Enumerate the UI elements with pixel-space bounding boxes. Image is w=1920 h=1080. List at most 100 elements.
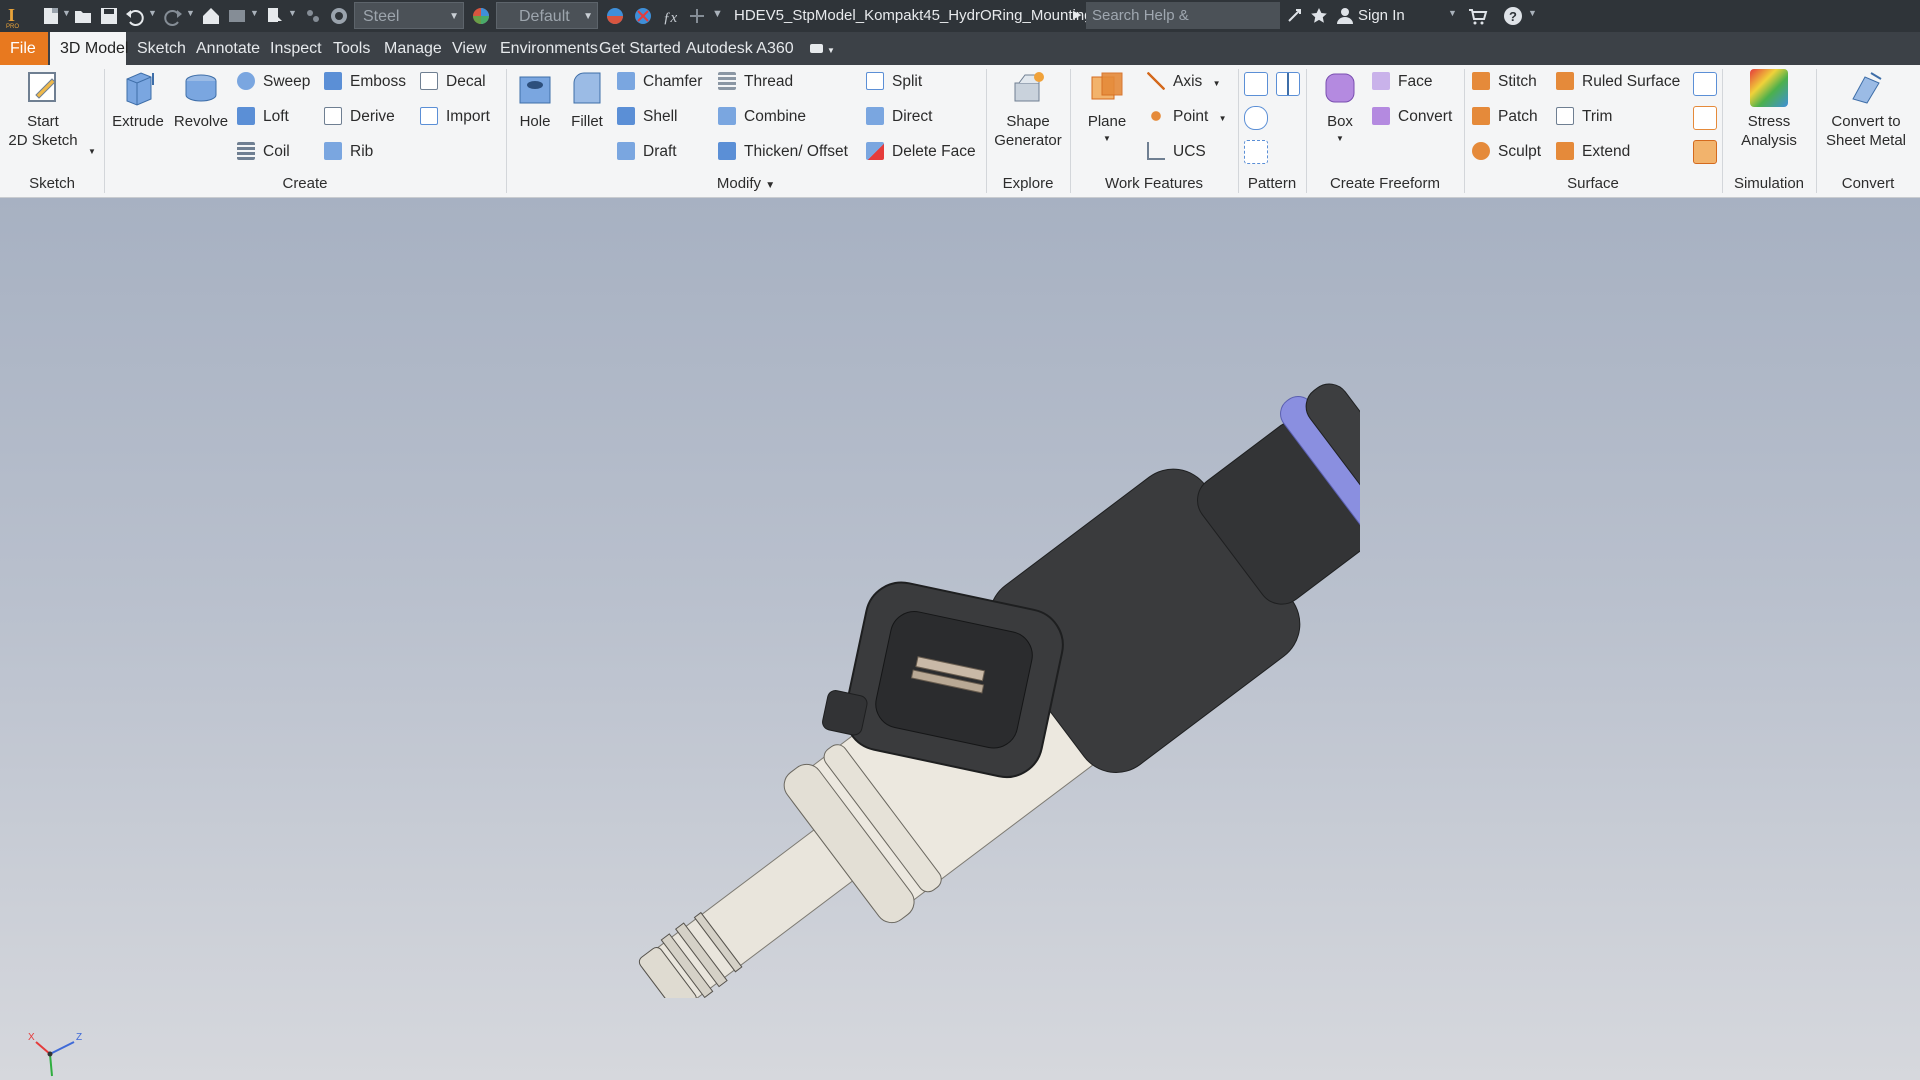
freeform-convert-button[interactable]: Convert	[1372, 104, 1452, 130]
inventor-logo-icon[interactable]: I PRO	[4, 3, 24, 30]
thicken-offset-button[interactable]: Thicken/ Offset	[718, 139, 848, 165]
convert-to-sheet-metal-button[interactable]: Convert to Sheet Metal	[1818, 69, 1914, 149]
hole-button[interactable]: Hole	[512, 69, 558, 133]
mirror-icon[interactable]	[1276, 72, 1300, 96]
tab-view[interactable]: View	[442, 32, 496, 65]
select-icon[interactable]	[226, 5, 248, 27]
split-button[interactable]: Split	[866, 69, 922, 95]
patch-button[interactable]: Patch	[1472, 104, 1538, 130]
appearance-select[interactable]: Default ▼	[496, 2, 598, 29]
user-icon[interactable]	[1334, 5, 1356, 27]
save-icon[interactable]	[98, 5, 120, 27]
surface-tool-1-icon[interactable]	[1693, 72, 1717, 96]
tab-tools[interactable]: Tools	[323, 32, 380, 65]
axis-icon	[1147, 72, 1165, 90]
thread-button[interactable]: Thread	[718, 69, 793, 95]
surface-tool-2-icon[interactable]	[1693, 106, 1717, 130]
paint-icon[interactable]	[302, 5, 324, 27]
measure-icon[interactable]	[264, 5, 286, 27]
select-dropdown-icon[interactable]: ▼	[250, 8, 259, 18]
surface-tool-3-icon[interactable]	[1693, 140, 1717, 164]
rectangular-pattern-icon[interactable]	[1244, 72, 1268, 96]
undo-icon[interactable]	[124, 5, 146, 27]
redo-icon[interactable]	[162, 5, 184, 27]
derive-button[interactable]: Derive	[324, 104, 395, 130]
appearance-globe-icon[interactable]	[328, 5, 350, 27]
tab-file[interactable]: File	[0, 32, 48, 65]
import-button[interactable]: Import	[420, 104, 490, 130]
start-2d-sketch-button[interactable]: Start 2D Sketch	[8, 69, 78, 149]
customize-dropdown-icon[interactable]: ▼	[712, 8, 723, 20]
loft-button[interactable]: Loft	[237, 104, 289, 130]
combine-button[interactable]: Combine	[718, 104, 806, 130]
shape-generator-button[interactable]: Shape Generator	[990, 69, 1066, 149]
tab-annotate[interactable]: Annotate	[186, 32, 270, 65]
tab-inspect[interactable]: Inspect	[260, 32, 332, 65]
plane-button[interactable]: Plane ▼	[1078, 69, 1136, 145]
extend-button[interactable]: Extend	[1556, 139, 1630, 165]
cart-icon[interactable]	[1466, 5, 1488, 27]
tab-manage[interactable]: Manage	[374, 32, 452, 65]
tab-3d-model[interactable]: 3D Model	[50, 32, 128, 65]
new-file-icon[interactable]	[40, 5, 62, 27]
direct-button[interactable]: Direct	[866, 104, 932, 130]
parameters-fx-icon[interactable]: ƒx	[660, 5, 682, 27]
sweep-button[interactable]: Sweep	[237, 69, 310, 95]
measure-dropdown-icon[interactable]: ▼	[288, 8, 297, 18]
help-icon[interactable]: ?	[1502, 5, 1524, 27]
rib-button[interactable]: Rib	[324, 139, 373, 165]
help-dropdown-icon[interactable]: ▼	[1528, 8, 1537, 18]
search-input[interactable]: Search Help & Commands...	[1086, 2, 1280, 51]
shell-button[interactable]: Shell	[617, 104, 677, 130]
emboss-button[interactable]: Emboss	[324, 69, 406, 95]
revolve-button[interactable]: Revolve	[170, 69, 232, 133]
freeform-face-button[interactable]: Face	[1372, 69, 1432, 95]
open-folder-icon[interactable]	[72, 5, 94, 27]
ruled-surface-button[interactable]: Ruled Surface	[1556, 69, 1680, 95]
fuel-injector-model[interactable]	[600, 298, 1360, 998]
favorites-star-icon[interactable]	[1308, 5, 1330, 27]
search-binoculars-icon[interactable]	[1284, 5, 1306, 27]
trim-button[interactable]: Trim	[1556, 104, 1612, 130]
graphics-viewport[interactable]: X Z	[0, 198, 1920, 1080]
redo-dropdown-icon[interactable]: ▼	[186, 8, 195, 18]
undo-dropdown-icon[interactable]: ▼	[148, 8, 157, 18]
plus-icon[interactable]	[686, 5, 708, 27]
point-button[interactable]: Point ▼	[1147, 104, 1227, 130]
decal-button[interactable]: Decal	[420, 69, 486, 95]
stress-analysis-button[interactable]: Stress Analysis	[1728, 69, 1810, 149]
axis-dropdown-icon[interactable]: ▼	[1213, 79, 1221, 88]
sketch-pattern-icon[interactable]	[1244, 140, 1268, 164]
panel-label-modify[interactable]: Modify ▼	[506, 175, 986, 195]
stitch-button[interactable]: Stitch	[1472, 69, 1537, 95]
title-arrow-icon[interactable]: ▶	[1073, 8, 1081, 21]
plane-dropdown-icon[interactable]: ▼	[1078, 133, 1136, 145]
fillet-label: Fillet	[571, 113, 603, 130]
ucs-button[interactable]: UCS	[1147, 139, 1206, 165]
panel-label-pattern: Pattern	[1247, 175, 1297, 192]
material-select[interactable]: Steel ▼	[354, 2, 464, 29]
tab-autodesk-a360[interactable]: Autodesk A360	[676, 32, 804, 65]
coil-button[interactable]: Coil	[237, 139, 290, 165]
freeform-box-button[interactable]: Box ▼	[1312, 69, 1368, 145]
sculpt-label: Sculpt	[1498, 143, 1542, 160]
axis-button[interactable]: Axis ▼	[1147, 69, 1221, 95]
start-sketch-dropdown-icon[interactable]: ▼	[88, 139, 96, 165]
point-dropdown-icon[interactable]: ▼	[1219, 114, 1227, 123]
delete-face-button[interactable]: Delete Face	[866, 139, 976, 165]
clear-appearance-icon[interactable]	[632, 5, 654, 27]
appearance-color-icon[interactable]	[470, 5, 492, 27]
fillet-button[interactable]: Fillet	[562, 69, 612, 133]
sign-in-link[interactable]: Sign In	[1358, 7, 1405, 24]
box-dropdown-icon[interactable]: ▼	[1312, 133, 1368, 145]
draft-button[interactable]: Draft	[617, 139, 677, 165]
circular-pattern-icon[interactable]	[1244, 106, 1268, 130]
adjust-appearance-icon[interactable]	[604, 5, 626, 27]
chamfer-button[interactable]: Chamfer	[617, 69, 702, 95]
signin-dropdown-icon[interactable]: ▼	[1448, 8, 1457, 18]
home-icon[interactable]	[200, 5, 222, 27]
sculpt-button[interactable]: Sculpt	[1472, 139, 1541, 165]
extrude-button[interactable]: Extrude	[110, 69, 166, 133]
ribbon-display-toggle[interactable]: ▼	[796, 32, 836, 65]
new-dropdown-icon[interactable]: ▼	[62, 8, 71, 18]
